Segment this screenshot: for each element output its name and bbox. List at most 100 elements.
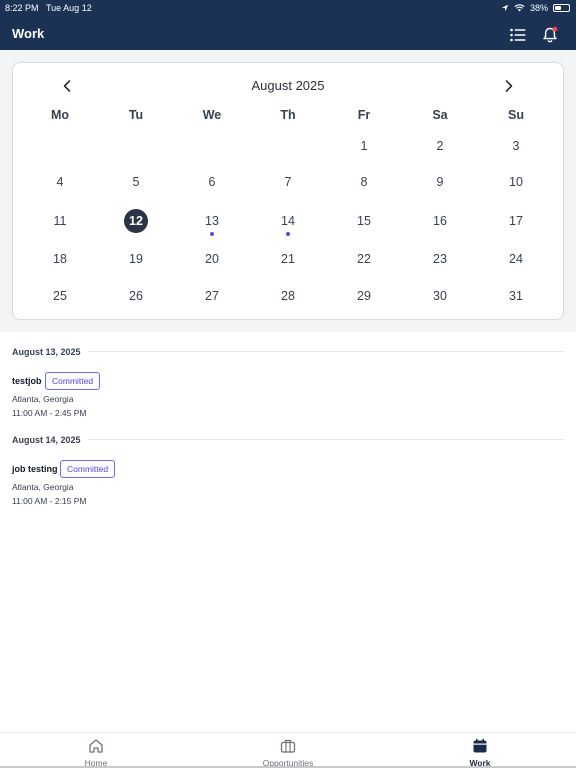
calendar-day[interactable]: 29 (342, 283, 386, 309)
day-number: 2 (436, 139, 444, 153)
day-number: 25 (53, 289, 67, 303)
calendar-day[interactable]: 19 (114, 246, 158, 272)
day-number: 13 (205, 214, 219, 228)
calendar-day[interactable]: 26 (114, 283, 158, 309)
tab-opportunities[interactable]: Opportunities (228, 733, 348, 769)
calendar-day[interactable]: 10 (494, 169, 538, 195)
job-location: Atlanta, Georgia (12, 482, 74, 492)
list-view-icon[interactable] (509, 26, 527, 44)
calendar-day[interactable]: 1 (342, 133, 386, 159)
job-title[interactable]: testjob (12, 376, 42, 386)
day-number: 21 (281, 252, 295, 266)
day-number: 19 (129, 252, 143, 266)
weekday-label: Sa (432, 108, 448, 122)
day-number: 17 (509, 214, 523, 228)
calendar-day[interactable]: 22 (342, 246, 386, 272)
tab-work[interactable]: Work (420, 733, 540, 769)
calendar-day[interactable]: 23 (418, 246, 462, 272)
day-number: 4 (56, 175, 64, 189)
day-number: 24 (509, 252, 523, 266)
calendar-day[interactable]: 16 (418, 208, 462, 234)
calendar-day[interactable]: 28 (266, 283, 310, 309)
battery-percent: 38% (529, 3, 548, 13)
day-number: 30 (433, 289, 447, 303)
event-indicator-dot (286, 232, 290, 236)
calendar-day[interactable]: 5 (114, 169, 158, 195)
calendar-day[interactable]: 11 (38, 208, 82, 234)
day-number: 14 (281, 214, 295, 228)
status-time: 8:22 PM (5, 3, 39, 13)
calendar-day[interactable]: 15 (342, 208, 386, 234)
job-location: Atlanta, Georgia (12, 394, 74, 404)
day-number: 7 (284, 175, 292, 189)
calendar-day-selected[interactable]: 12 (114, 208, 158, 234)
job-title[interactable]: job testing (12, 464, 58, 474)
day-number: 18 (53, 252, 67, 266)
day-number: 31 (509, 289, 523, 303)
calendar-day[interactable]: 14 (266, 208, 310, 236)
job-status-badge: Committed (45, 372, 101, 390)
day-number: 10 (509, 175, 523, 189)
calendar-month-title: August 2025 (251, 78, 325, 93)
day-number: 11 (53, 214, 67, 228)
calendar-day[interactable]: 8 (342, 169, 386, 195)
weekday-label: Mo (50, 108, 70, 122)
calendar-day[interactable]: 24 (494, 246, 538, 272)
weekday-label: Th (280, 108, 296, 122)
job-status-badge: Committed (60, 460, 116, 478)
briefcase-icon (280, 739, 296, 753)
home-icon (89, 739, 103, 753)
day-number: 27 (205, 289, 219, 303)
weekday-label: We (202, 108, 222, 122)
day-number: 15 (357, 214, 371, 228)
calendar-day[interactable]: 20 (190, 246, 234, 272)
calendar-day[interactable]: 27 (190, 283, 234, 309)
status-date: Tue Aug 12 (46, 3, 92, 13)
location-arrow-icon (501, 4, 509, 12)
event-indicator-dot (210, 232, 214, 236)
calendar-day[interactable]: 17 (494, 208, 538, 234)
page-title: Work (12, 26, 45, 41)
day-number: 8 (360, 175, 368, 189)
weekday-label: Su (508, 108, 524, 122)
calendar-day[interactable]: 21 (266, 246, 310, 272)
top-app-bar: 8:22 PM Tue Aug 12 38% Work (0, 0, 576, 50)
calendar-day[interactable]: 31 (494, 283, 538, 309)
day-number: 16 (433, 214, 447, 228)
schedule-date-header: August 14, 2025 (12, 435, 81, 445)
weekday-label: Tu (128, 108, 144, 122)
calendar-day[interactable]: 13 (190, 208, 234, 236)
weekday-label: Fr (357, 108, 371, 122)
calendar-day[interactable]: 3 (494, 133, 538, 159)
calendar-day[interactable]: 18 (38, 246, 82, 272)
day-number: 23 (433, 252, 447, 266)
day-number: 26 (129, 289, 143, 303)
battery-icon (553, 4, 570, 12)
job-time: 11:00 AM - 2:15 PM (12, 496, 87, 506)
calendar-day[interactable]: 25 (38, 283, 82, 309)
date-divider (88, 351, 564, 352)
notification-bell-icon[interactable] (541, 26, 559, 44)
calendar-day[interactable]: 7 (266, 169, 310, 195)
day-number: 6 (208, 175, 216, 189)
date-divider (88, 439, 564, 440)
schedule-date-header: August 13, 2025 (12, 347, 81, 357)
calendar-day[interactable]: 30 (418, 283, 462, 309)
day-number: 29 (357, 289, 371, 303)
day-number: 5 (132, 175, 140, 189)
bottom-tab-bar: Home Opportunities Work (0, 732, 576, 769)
day-number: 3 (512, 139, 520, 153)
status-right: 38% (501, 2, 570, 14)
calendar-day[interactable]: 2 (418, 133, 462, 159)
calendar-day[interactable]: 6 (190, 169, 234, 195)
tab-home[interactable]: Home (36, 733, 156, 769)
day-number: 12 (124, 209, 148, 233)
calendar-icon (473, 738, 487, 753)
day-number: 22 (357, 252, 371, 266)
job-time: 11:00 AM - 2:45 PM (12, 408, 87, 418)
status-bar: 8:22 PM Tue Aug 12 38% (0, 2, 576, 14)
day-number: 20 (205, 252, 219, 266)
calendar-day[interactable]: 9 (418, 169, 462, 195)
next-month-chevron-icon[interactable] (502, 78, 516, 94)
calendar-day[interactable]: 4 (38, 169, 82, 195)
